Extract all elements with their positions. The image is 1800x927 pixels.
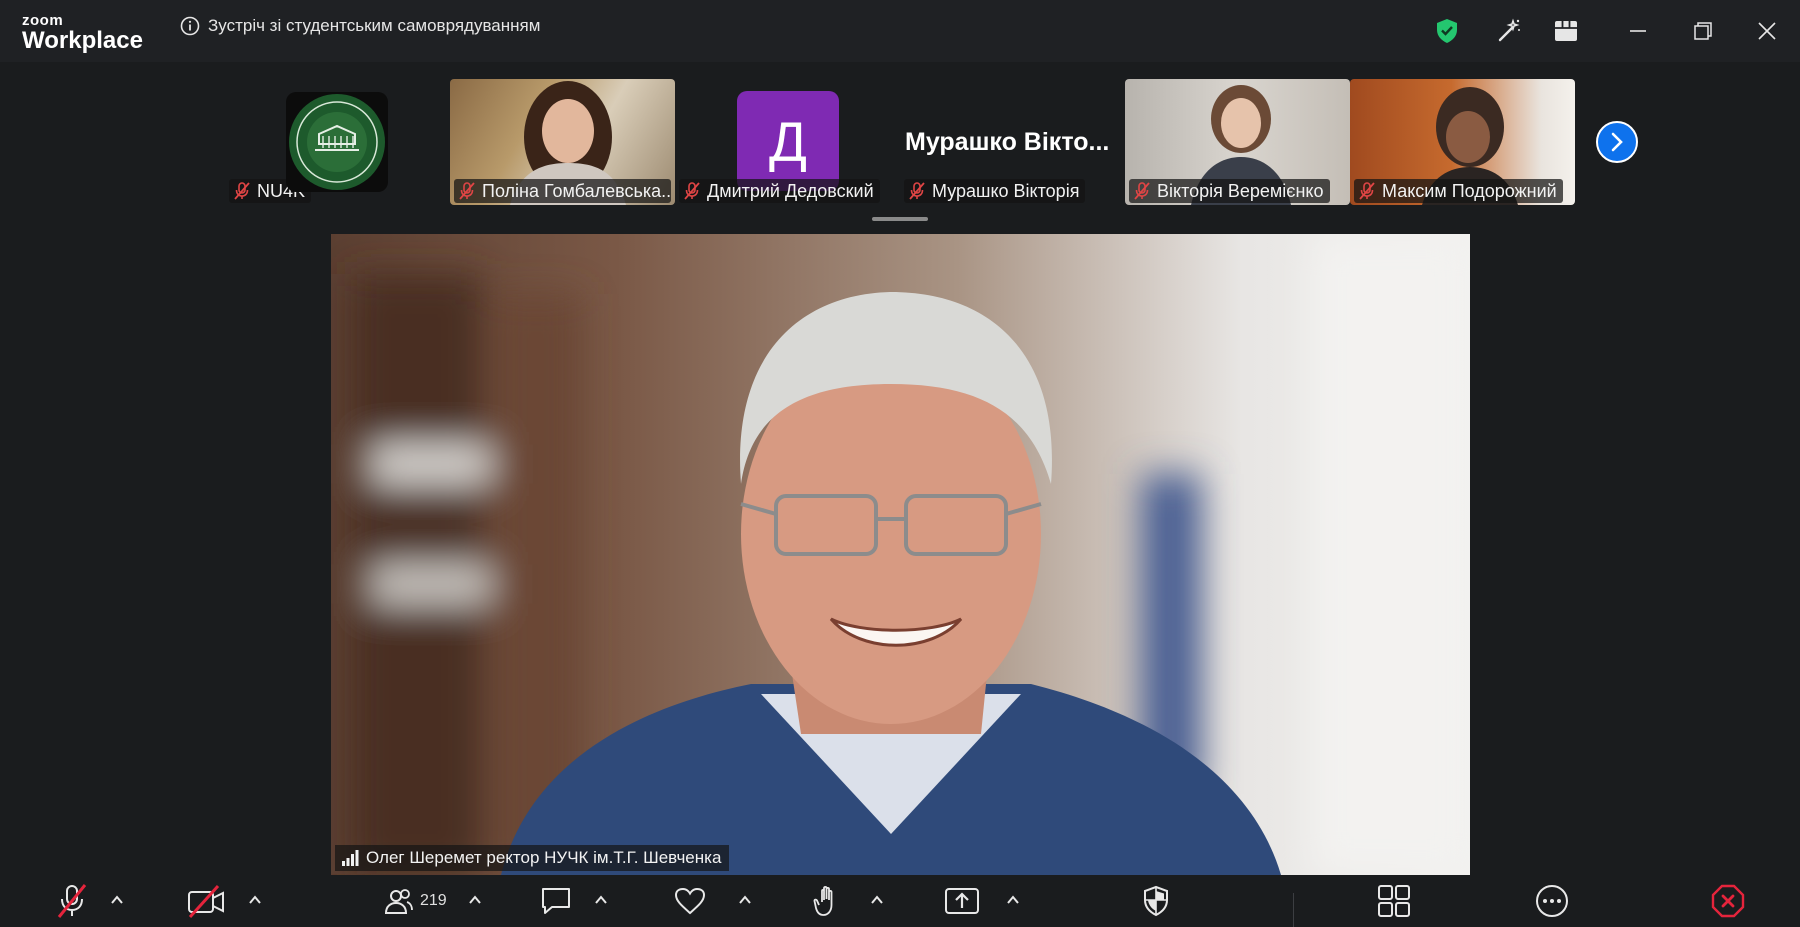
title-bar: zoom Workplace Зустріч зі студентським с… (0, 0, 1800, 62)
close-icon[interactable] (1750, 14, 1784, 48)
unmute-button[interactable] (52, 883, 92, 919)
chevron-up-icon[interactable] (1006, 893, 1020, 907)
muted-mic-icon (1359, 182, 1375, 200)
participant-tile[interactable]: Мурашко Вікторія (900, 79, 1125, 205)
participant-name-tag: Дмитрий Дедовский (679, 179, 880, 203)
active-speaker-video[interactable]: Олег Шеремет ректор НУЧК ім.Т.Г. Шевченк… (331, 234, 1470, 875)
participant-tile[interactable]: Вікторія Веремієнко (1125, 79, 1350, 205)
start-video-button[interactable] (184, 883, 228, 919)
react-button[interactable] (670, 883, 710, 919)
heart-icon (674, 887, 706, 915)
participant-name-tag: Мурашко Вікторія (904, 179, 1086, 203)
participant-name-tag: Вікторія Веремієнко (1129, 179, 1330, 203)
meeting-toolbar: 219 (0, 875, 1800, 927)
share-screen-icon (945, 888, 979, 914)
participant-name: Мурашко Вікторія (932, 180, 1080, 201)
participant-name: Дмитрий Дедовский (707, 180, 874, 201)
leave-icon (1711, 884, 1745, 918)
participant-name: Вікторія Веремієнко (1157, 180, 1324, 201)
signal-bars-icon (342, 850, 359, 866)
apps-grid-icon (1378, 885, 1410, 917)
mic-muted-icon (57, 884, 87, 918)
participant-name-tag: Поліна Гомбалевська... (454, 179, 671, 203)
participant-tile[interactable]: Максим Подорожний (1350, 79, 1575, 205)
muted-mic-icon (909, 182, 925, 200)
more-button[interactable] (1532, 883, 1572, 919)
leave-button[interactable] (1708, 883, 1748, 919)
speaker-name-tag: Олег Шеремет ректор НУЧК ім.Т.Г. Шевченк… (335, 845, 730, 871)
participant-avatar-logo (286, 92, 388, 192)
participant-name-tag: Максим Подорожний (1354, 179, 1563, 203)
toolbar-divider (1293, 893, 1294, 927)
speaker-video-frame (331, 234, 1470, 875)
university-seal-icon (289, 94, 385, 190)
meeting-info[interactable]: Зустріч зі студентським самоврядуванням (180, 16, 540, 36)
participant-tile[interactable]: Поліна Гомбалевська... (450, 79, 675, 205)
shield-check-icon[interactable] (1430, 14, 1464, 48)
strip-resize-handle[interactable] (872, 217, 928, 221)
chevron-up-icon[interactable] (110, 893, 124, 907)
chevron-up-icon[interactable] (594, 893, 608, 907)
participants-count: 219 (420, 892, 447, 909)
raise-hand-button[interactable] (808, 883, 848, 919)
magic-wand-icon[interactable] (1492, 14, 1526, 48)
muted-mic-icon (234, 182, 250, 200)
speaker-name: Олег Шеремет ректор НУЧК ім.Т.Г. Шевченк… (366, 848, 722, 867)
view-grid-icon[interactable] (1549, 14, 1583, 48)
muted-mic-icon (684, 182, 700, 200)
participant-name: Максим Подорожний (1382, 180, 1557, 201)
security-button[interactable] (1136, 883, 1176, 919)
chevron-right-icon (1611, 132, 1623, 152)
share-screen-button[interactable] (942, 883, 982, 919)
restore-icon[interactable] (1686, 14, 1720, 48)
muted-mic-icon (1134, 182, 1150, 200)
info-icon[interactable] (180, 16, 200, 36)
apps-button[interactable] (1374, 883, 1414, 919)
chat-button[interactable] (536, 883, 576, 919)
muted-mic-icon (459, 182, 475, 200)
chevron-up-icon[interactable] (738, 893, 752, 907)
meeting-title: Зустріч зі студентським самоврядуванням (208, 16, 541, 35)
more-dots-icon (1536, 885, 1568, 917)
video-off-icon (188, 884, 224, 918)
brand-top: zoom (22, 12, 64, 29)
chat-icon (542, 888, 570, 914)
zoom-logo: zoom Workplace (22, 13, 143, 53)
hand-icon (813, 885, 833, 916)
minimize-icon[interactable] (1621, 14, 1655, 48)
participant-tile[interactable]: Дмитрий Дедовский (675, 79, 900, 205)
next-page-button[interactable] (1596, 121, 1638, 163)
chevron-up-icon[interactable] (870, 893, 884, 907)
security-shield-icon (1144, 885, 1168, 917)
participants-button[interactable]: 219 (384, 883, 454, 919)
chevron-up-icon[interactable] (468, 893, 482, 907)
participants-icon (384, 889, 413, 914)
participant-name: Поліна Гомбалевська... (482, 180, 671, 201)
chevron-up-icon[interactable] (248, 893, 262, 907)
brand-bottom: Workplace (22, 27, 143, 54)
